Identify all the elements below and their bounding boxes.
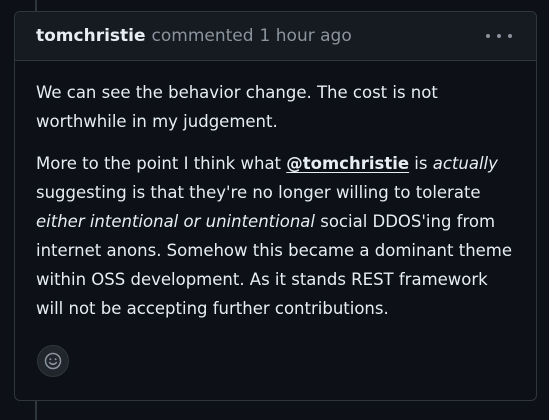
emphasis-text: actually: [432, 154, 498, 173]
comment-body: We can see the behavior change. The cost…: [15, 61, 536, 323]
smiley-icon: [44, 352, 62, 370]
comment-author[interactable]: tomchristie: [36, 26, 146, 46]
comment-header: tomchristie commented 1 hour ago: [15, 12, 536, 61]
comment-paragraph-1: We can see the behavior change. The cost…: [36, 83, 438, 131]
comment-card: tomchristie commented 1 hour ago We can …: [14, 11, 537, 401]
kebab-horizontal-icon[interactable]: [486, 28, 512, 44]
emphasis-text: either intentional or unintentional: [36, 212, 315, 231]
paragraph-text: is: [409, 154, 433, 173]
paragraph-text: More to the point I think what: [36, 154, 287, 173]
comment-action: commented: [151, 26, 254, 46]
add-reaction-button[interactable]: [37, 345, 69, 377]
comment-paragraph-2: More to the point I think what @tomchris…: [36, 149, 515, 323]
comment-timestamp[interactable]: 1 hour ago: [260, 26, 352, 46]
paragraph-text: suggesting is that they're no longer wil…: [36, 183, 481, 202]
user-mention-link[interactable]: @tomchristie: [286, 154, 409, 173]
